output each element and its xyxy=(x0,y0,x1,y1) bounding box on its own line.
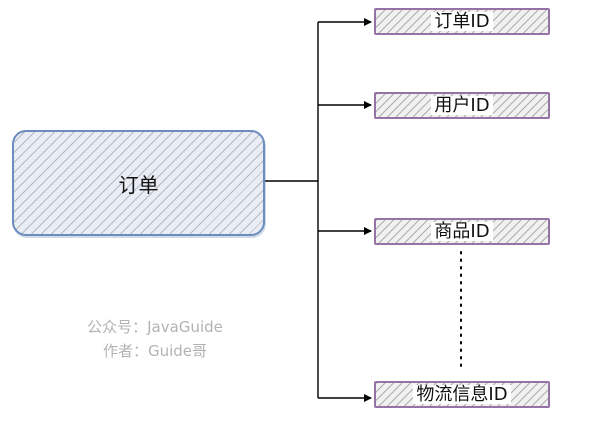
child-node-product-id[interactable]: 商品ID xyxy=(374,218,550,245)
child-node-label: 用户ID xyxy=(431,95,493,116)
root-node-order[interactable]: 订单 xyxy=(12,130,265,236)
watermark-line-1: 公众号：JavaGuide xyxy=(87,318,223,336)
child-node-label: 物流信息ID xyxy=(413,384,511,405)
root-node-label: 订单 xyxy=(118,172,159,197)
child-node-user-id[interactable]: 用户ID xyxy=(374,92,550,119)
watermark-line-2: 作者：Guide哥 xyxy=(102,342,208,360)
child-node-label: 订单ID xyxy=(431,11,493,32)
child-node-logistics-id[interactable]: 物流信息ID xyxy=(374,381,550,408)
child-node-label: 商品ID xyxy=(431,221,493,242)
child-node-order-id[interactable]: 订单ID xyxy=(374,8,550,35)
